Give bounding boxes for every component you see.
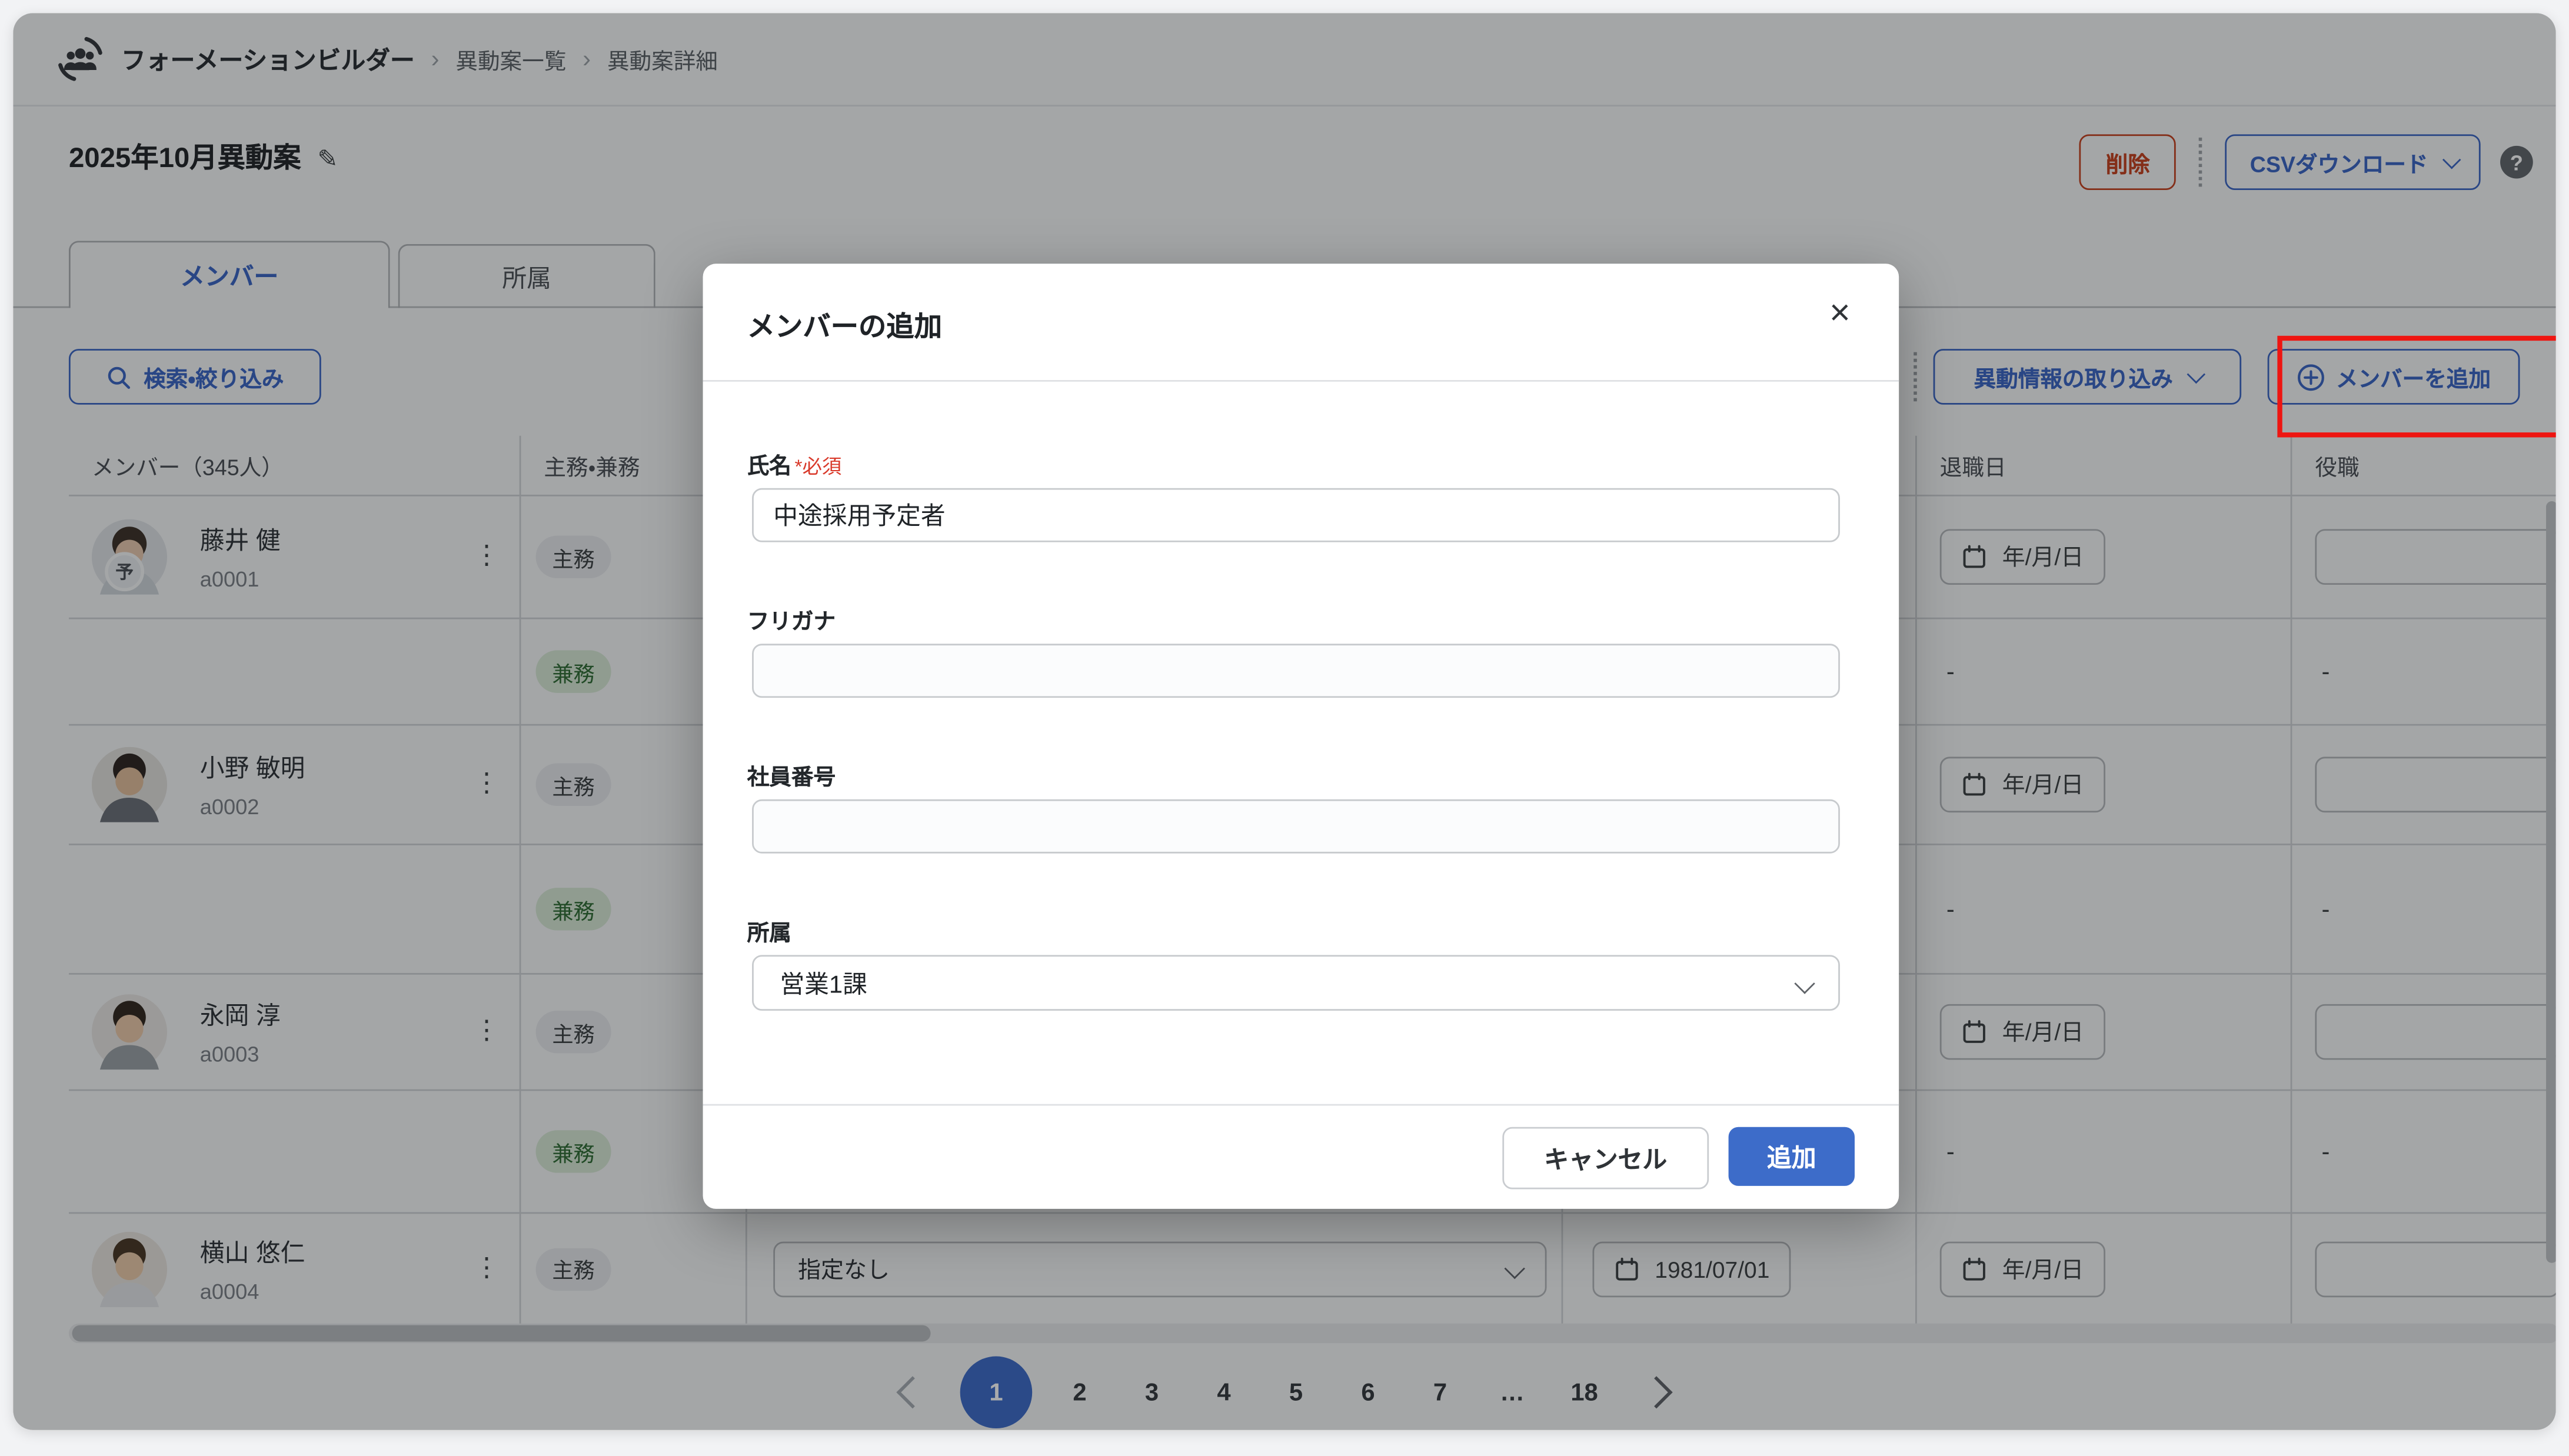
name-field[interactable] — [752, 488, 1840, 542]
close-icon[interactable]: × — [1817, 290, 1863, 336]
divider — [703, 1104, 1899, 1106]
name-field-label: 氏名*必須 — [747, 447, 842, 480]
emp-no-field[interactable] — [752, 799, 1840, 854]
app-window: フォーメーションビルダー › 異動案一覧 › 異動案詳細 2025年10月異動案… — [13, 13, 2555, 1430]
dept-field-value: 営業1課 — [780, 965, 867, 999]
kana-field[interactable] — [752, 644, 1840, 698]
divider — [703, 380, 1899, 382]
required-mark: *必須 — [794, 455, 841, 478]
cancel-button[interactable]: キャンセル — [1502, 1127, 1709, 1190]
add-member-modal: メンバーの追加 × 氏名*必須 フリガナ 社員番号 所属 営業1課 キャンセル … — [703, 264, 1899, 1209]
kana-field-label: フリガナ — [747, 603, 836, 636]
modal-footer-actions: キャンセル 追加 — [1502, 1127, 1855, 1190]
name-label-text: 氏名 — [747, 454, 791, 478]
emp-no-field-label: 社員番号 — [747, 758, 836, 791]
modal-title: メンバーの追加 — [747, 303, 942, 344]
add-submit-button[interactable]: 追加 — [1729, 1127, 1855, 1186]
screen: フォーメーションビルダー › 異動案一覧 › 異動案詳細 2025年10月異動案… — [0, 0, 2569, 1456]
chevron-down-icon — [1794, 972, 1815, 993]
dept-field-label: 所属 — [747, 914, 791, 947]
dept-field-select[interactable]: 営業1課 — [752, 955, 1840, 1011]
